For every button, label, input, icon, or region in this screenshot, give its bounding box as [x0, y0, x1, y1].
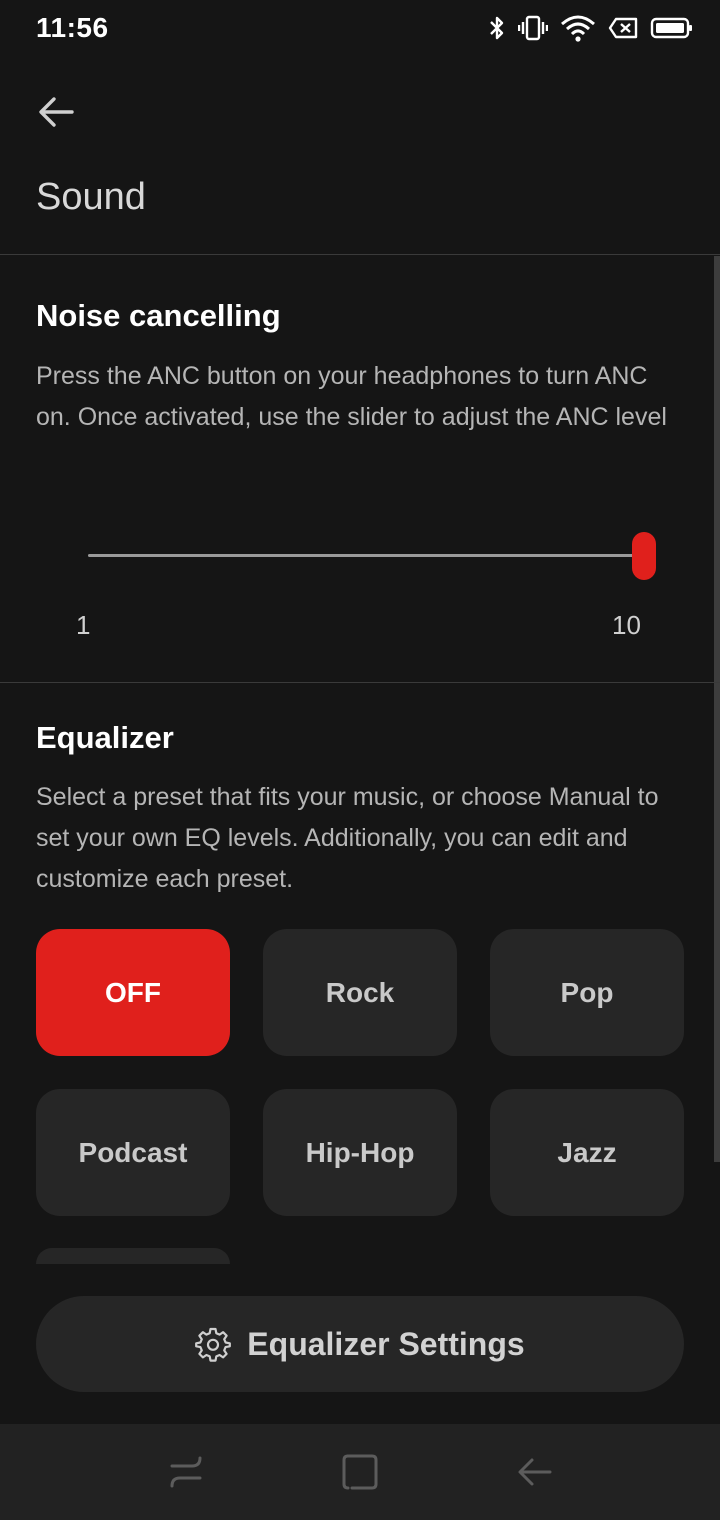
- no-sim-icon: [608, 16, 638, 40]
- back-icon: [518, 1458, 552, 1486]
- back-button[interactable]: [30, 88, 82, 136]
- preset-podcast-button[interactable]: Podcast: [36, 1089, 230, 1216]
- noise-cancelling-title: Noise cancelling: [36, 298, 281, 333]
- nav-back-button[interactable]: [510, 1448, 558, 1496]
- recents-icon: [170, 1456, 202, 1488]
- page-title: Sound: [36, 176, 146, 218]
- preset-off-button[interactable]: OFF: [36, 929, 230, 1056]
- status-bar: 11:56: [0, 0, 720, 58]
- anc-slider-max-label: 10: [612, 610, 641, 640]
- preset-grid: OFF Rock Pop Podcast Hip-Hop Jazz: [36, 929, 684, 1216]
- equalizer-description: Select a preset that fits your music, or…: [36, 783, 659, 893]
- equalizer-title: Equalizer: [36, 720, 174, 755]
- section-divider: [0, 682, 720, 683]
- preset-hip-hop-button[interactable]: Hip-Hop: [263, 1089, 457, 1216]
- gear-icon: [195, 1327, 232, 1362]
- wifi-icon: [560, 14, 596, 42]
- noise-cancelling-description: Press the ANC button on your headphones …: [36, 362, 667, 431]
- equalizer-settings-label: Equalizer Settings: [247, 1325, 525, 1362]
- anc-slider-track[interactable]: [88, 554, 644, 557]
- anc-slider-thumb[interactable]: [632, 532, 656, 580]
- status-time: 11:56: [36, 12, 109, 43]
- anc-level-slider[interactable]: [88, 530, 656, 582]
- preset-rock-button[interactable]: Rock: [263, 929, 457, 1056]
- header-divider: [0, 254, 720, 255]
- home-button[interactable]: [336, 1448, 384, 1496]
- battery-icon: [650, 16, 694, 40]
- arrow-left-icon: [39, 97, 74, 127]
- scrollbar[interactable]: [714, 256, 720, 1162]
- anc-slider-min-label: 1: [76, 610, 91, 640]
- status-icons: [488, 14, 694, 42]
- preset-partially-visible[interactable]: [36, 1248, 230, 1264]
- navigation-bar: [0, 1424, 720, 1520]
- preset-pop-button[interactable]: Pop: [490, 929, 684, 1056]
- vibrate-icon: [518, 14, 548, 42]
- home-icon: [342, 1454, 378, 1490]
- bluetooth-icon: [488, 14, 506, 42]
- recents-button[interactable]: [162, 1448, 210, 1496]
- preset-jazz-button[interactable]: Jazz: [490, 1089, 684, 1216]
- equalizer-settings-button[interactable]: Equalizer Settings: [36, 1296, 684, 1392]
